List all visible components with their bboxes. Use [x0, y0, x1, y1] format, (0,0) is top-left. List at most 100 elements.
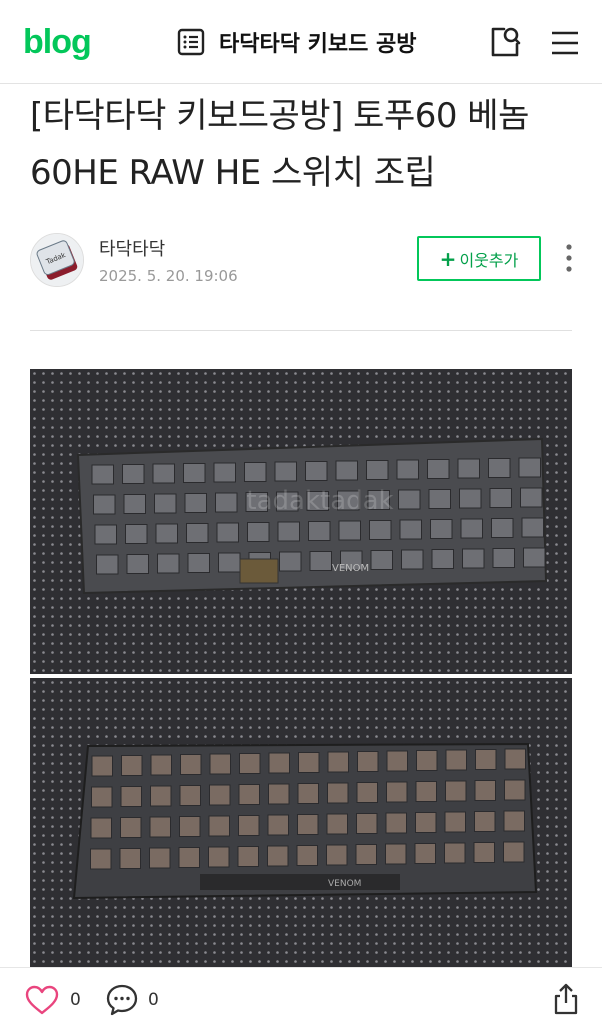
switch-cutout	[149, 816, 171, 838]
switch-cutout	[150, 754, 172, 776]
switch-cutout	[91, 786, 113, 808]
switch-cutout	[431, 549, 454, 569]
switch-cutout	[503, 810, 525, 832]
switch-cutout	[125, 524, 148, 544]
share-icon[interactable]	[551, 982, 581, 1016]
switch-cutout	[218, 552, 241, 573]
switch-cutout	[297, 783, 319, 804]
switch-cutout	[279, 551, 302, 572]
switch-cutout	[369, 520, 392, 540]
avatar[interactable]: Tadak	[30, 233, 84, 287]
comment-count: 0	[148, 990, 159, 1010]
switch-cutout	[460, 518, 483, 539]
plus-icon: +	[439, 246, 457, 271]
switch-cutout	[309, 551, 332, 571]
switch-cutout	[428, 489, 451, 509]
switch-cutout	[152, 463, 175, 484]
switch-cutout	[157, 553, 180, 574]
switch-cutout	[474, 811, 496, 832]
switch-cutout	[335, 460, 358, 481]
switch-cutout	[267, 845, 289, 867]
switch-cutout	[326, 813, 348, 835]
switch-cutout	[178, 847, 200, 868]
switch-cutout	[239, 753, 261, 774]
switch-cutout	[186, 523, 209, 543]
blog-title-link[interactable]: 타닥타닥 키보드 공방	[176, 26, 416, 58]
switch-cutout	[180, 754, 202, 775]
switch-cutout	[444, 811, 466, 833]
switch-cutout	[504, 779, 526, 801]
switch-cutout	[208, 815, 230, 837]
switch-cutout	[96, 554, 119, 575]
switch-cutout	[297, 814, 319, 835]
switch-cutout	[179, 816, 201, 837]
switch-cutout	[489, 488, 512, 508]
switch-cutout	[247, 522, 270, 542]
comment-icon[interactable]	[105, 983, 139, 1017]
switch-cutout	[213, 462, 236, 483]
switch-cutout	[238, 815, 260, 836]
blog-logo[interactable]: blog	[23, 22, 92, 62]
switch-cutout	[126, 554, 149, 574]
switch-cutout	[414, 843, 436, 864]
switch-cutout	[427, 459, 450, 479]
switch-cutout	[305, 461, 328, 481]
switch-cutout	[326, 844, 348, 866]
switch-cutout	[120, 817, 142, 838]
like-count: 0	[70, 990, 81, 1010]
switch-cutout	[459, 488, 482, 509]
switch-cutout	[327, 782, 349, 804]
switch-cutout	[237, 846, 259, 867]
switch-cutout	[274, 461, 297, 482]
switch-cutout	[357, 751, 379, 772]
post-image-1[interactable]: VENOM tadaktadak	[30, 369, 572, 674]
switch-cutout	[267, 814, 289, 836]
switch-cutout	[385, 843, 407, 865]
switch-cutout	[91, 464, 114, 485]
switch-cutout	[474, 780, 496, 801]
switch-cutout	[209, 784, 231, 806]
switch-cutout	[338, 520, 361, 541]
switch-cutout	[356, 782, 378, 803]
pcb-label-1: VENOM	[332, 563, 369, 574]
switch-cutout	[296, 845, 318, 866]
switch-cutout	[370, 550, 393, 570]
switch-cutout	[187, 553, 210, 573]
switch-cutout	[91, 755, 113, 777]
switch-cutout	[521, 517, 544, 538]
switch-cutout	[277, 521, 300, 542]
switch-cutout	[208, 846, 230, 868]
heart-icon[interactable]	[24, 984, 60, 1016]
switch-cutout	[401, 549, 424, 570]
switch-cutout	[155, 523, 178, 544]
search-icon[interactable]	[487, 24, 523, 60]
switch-cutout	[268, 752, 290, 774]
image-watermark: tadaktadak	[246, 486, 393, 516]
switch-cutout	[415, 781, 437, 802]
post-image-2[interactable]: VENOM	[30, 678, 572, 967]
switch-cutout	[491, 518, 514, 538]
switch-cutout	[209, 753, 231, 775]
add-neighbor-button[interactable]: + 이웃추가	[417, 236, 541, 281]
switch-cutout	[120, 786, 142, 807]
switch-cutout	[444, 842, 466, 864]
menu-icon[interactable]	[550, 28, 580, 58]
add-neighbor-label: 이웃추가	[459, 250, 519, 270]
switch-cutout	[216, 522, 239, 543]
switch-cutout	[183, 463, 206, 483]
switch-cutout	[268, 783, 290, 805]
switch-cutout	[473, 842, 495, 863]
switch-cutout	[356, 813, 378, 834]
more-options-icon[interactable]	[558, 242, 580, 276]
switch-cutout	[386, 750, 408, 772]
switch-cutout	[122, 464, 145, 484]
bottom-action-bar: 0 0	[0, 967, 602, 1024]
blog-title: 타닥타닥 키보드 공방	[219, 32, 417, 57]
switch-cutout	[475, 749, 497, 770]
switch-cutout	[445, 749, 467, 771]
author-name[interactable]: 타닥타닥	[99, 235, 165, 261]
switch-cutout	[308, 521, 331, 541]
switch-cutout	[244, 462, 267, 482]
switch-cutout	[179, 785, 201, 806]
pcb-label-2: VENOM	[328, 879, 361, 889]
